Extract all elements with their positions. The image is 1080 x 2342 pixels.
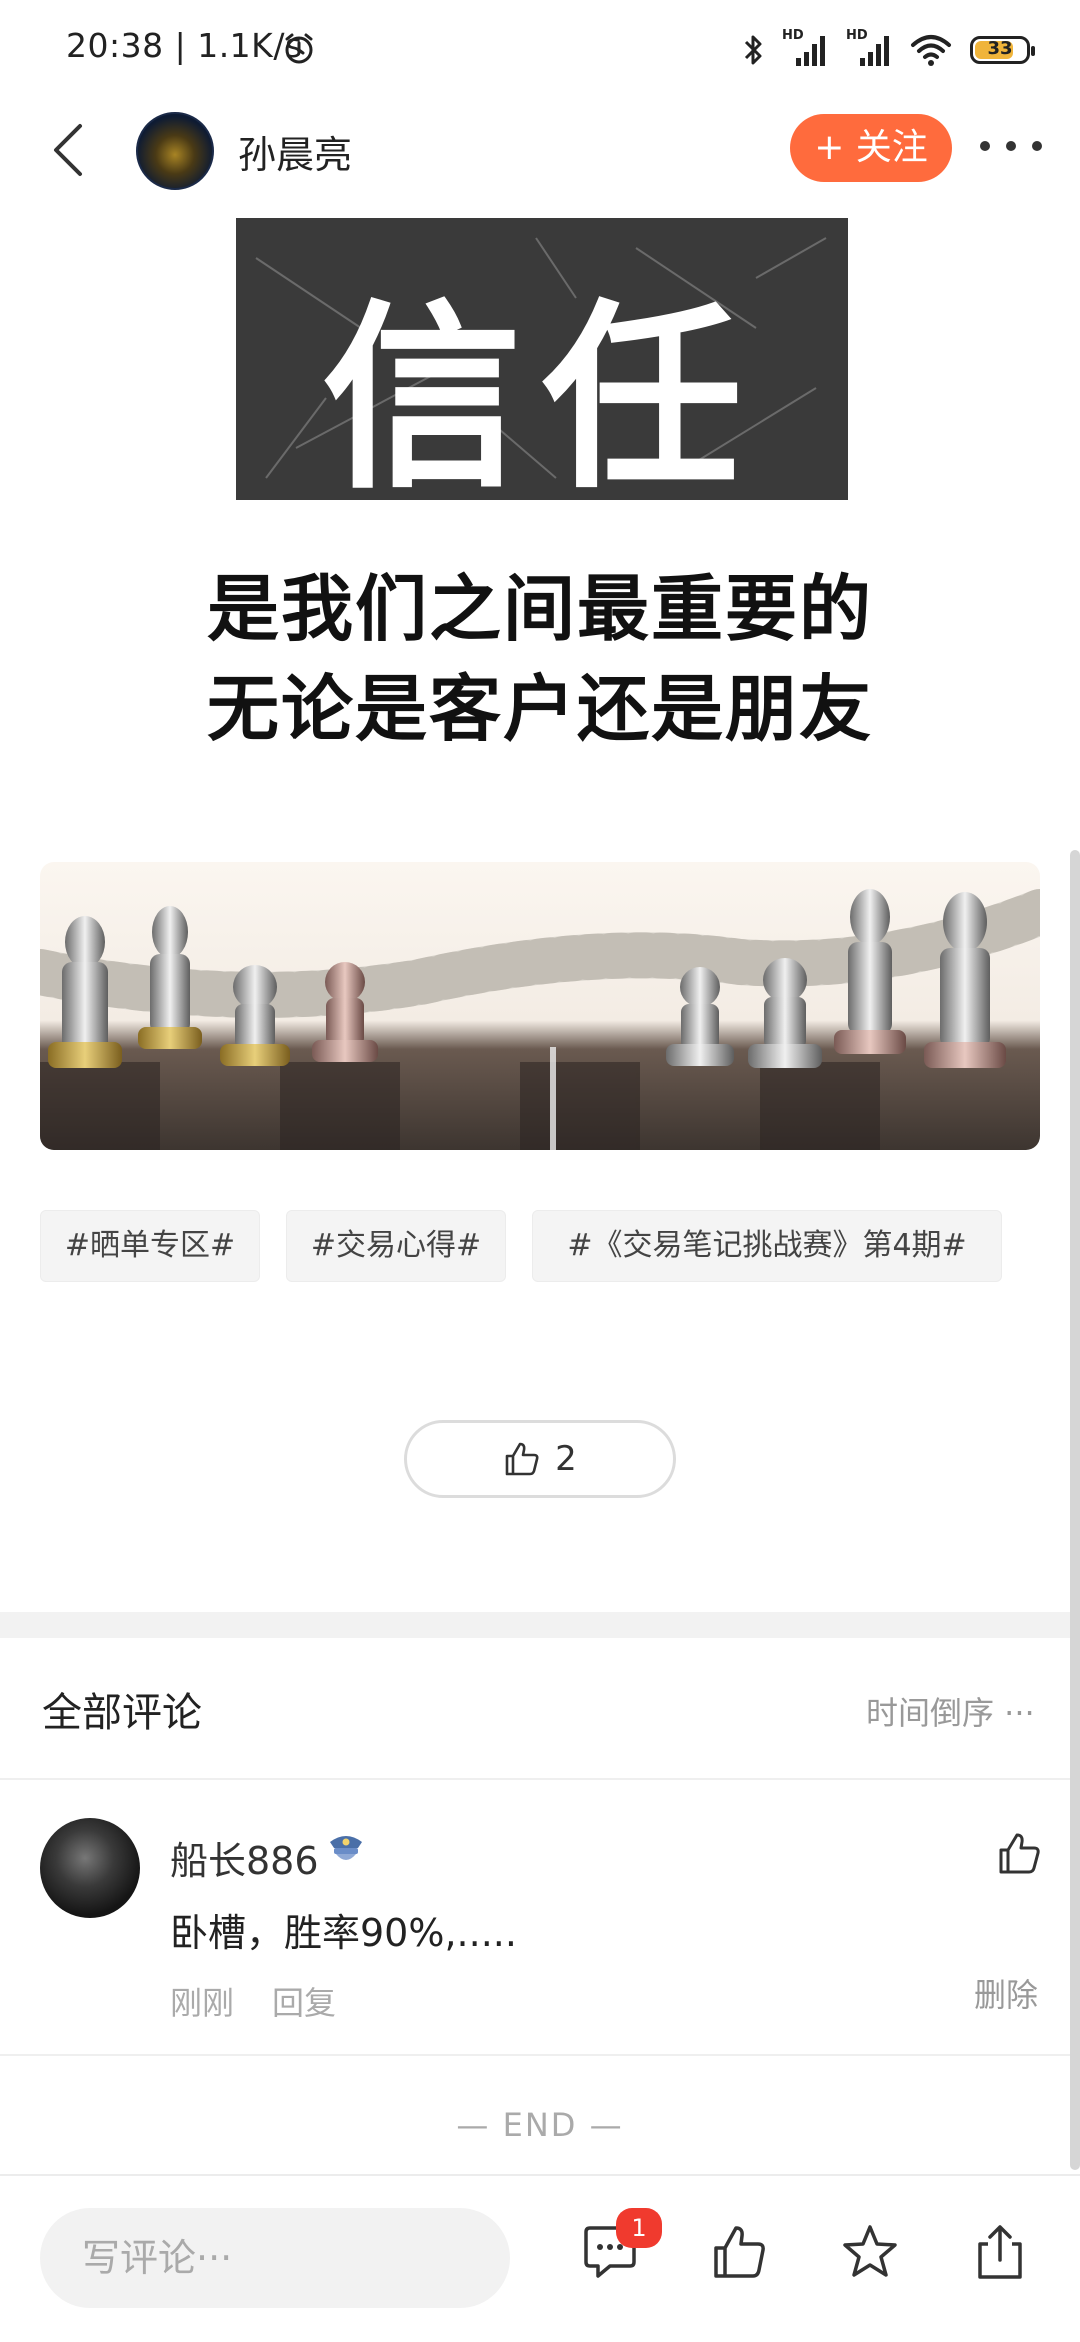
comment-username[interactable]: 船长886 xyxy=(170,1830,319,1885)
comment-input[interactable]: 写评论··· xyxy=(40,2208,510,2308)
comment-count-badge: 1 xyxy=(616,2208,662,2248)
scrollbar[interactable] xyxy=(1070,850,1080,2170)
like-button[interactable]: 2 xyxy=(404,1420,676,1498)
author-avatar[interactable] xyxy=(136,112,214,190)
more-icon[interactable] xyxy=(980,126,1042,166)
star-icon[interactable] xyxy=(840,2222,900,2282)
battery-icon: 33 xyxy=(970,36,1035,64)
end-marker: — END — xyxy=(456,2106,624,2144)
comment-avatar[interactable] xyxy=(40,1818,140,1918)
divider xyxy=(0,2054,1080,2056)
verified-badge-icon xyxy=(330,1836,362,1860)
trust-line-2: 无论是客户还是朋友 xyxy=(206,667,873,751)
tag-1[interactable]: #晒单专区# xyxy=(40,1210,260,1282)
status-icons: HD HD 33 xyxy=(742,28,1035,72)
author-name[interactable]: 孙晨亮 xyxy=(238,124,352,179)
like-count: 2 xyxy=(555,1439,577,1479)
comment-text: 卧槽，胜率90%,..... xyxy=(170,1911,517,1955)
cell-signal-icon-2: HD xyxy=(846,28,892,70)
share-icon[interactable] xyxy=(970,2222,1030,2282)
thumb-up-icon xyxy=(505,1442,539,1476)
comments-title: 全部评论 xyxy=(42,1690,202,1736)
trust-line-1: 是我们之间最重要的 xyxy=(206,567,873,651)
tag-2[interactable]: #交易心得# xyxy=(286,1210,506,1282)
bluetooth-icon xyxy=(744,35,762,65)
comment-reply-button[interactable]: 回复 xyxy=(272,1978,336,2024)
tag-3[interactable]: #《交易笔记挑战赛》第4期# xyxy=(532,1210,1002,1282)
thumb-up-icon[interactable] xyxy=(710,2222,770,2282)
back-icon[interactable] xyxy=(44,120,94,180)
cell-signal-icon: HD xyxy=(782,28,828,70)
comment-time: 刚刚 xyxy=(170,1984,235,2022)
alarm-icon xyxy=(285,33,313,64)
wifi-icon xyxy=(911,35,951,66)
comment-delete-button[interactable]: 删除 xyxy=(974,1970,1038,2016)
status-bar: 20:38 | 1.1K/s HD HD 33 xyxy=(0,0,1080,100)
follow-button[interactable]: + 关注 xyxy=(790,114,952,182)
post-image-trust[interactable]: 信任 是我们之间最重要的 无论是客户还是朋友 xyxy=(160,218,920,793)
trust-banner: 信任 xyxy=(236,218,848,516)
sort-button[interactable]: 时间倒序 ··· xyxy=(866,1688,1035,1734)
battery-level: 33 xyxy=(987,38,1013,59)
comment-like-icon[interactable] xyxy=(996,1830,1042,1876)
post-image-chess[interactable] xyxy=(40,862,1040,1150)
trust-big-word: 信任 xyxy=(321,283,762,516)
status-time: 20:38 | 1.1K/s xyxy=(66,26,303,65)
divider xyxy=(0,1778,1080,1780)
section-divider xyxy=(0,1612,1080,1638)
